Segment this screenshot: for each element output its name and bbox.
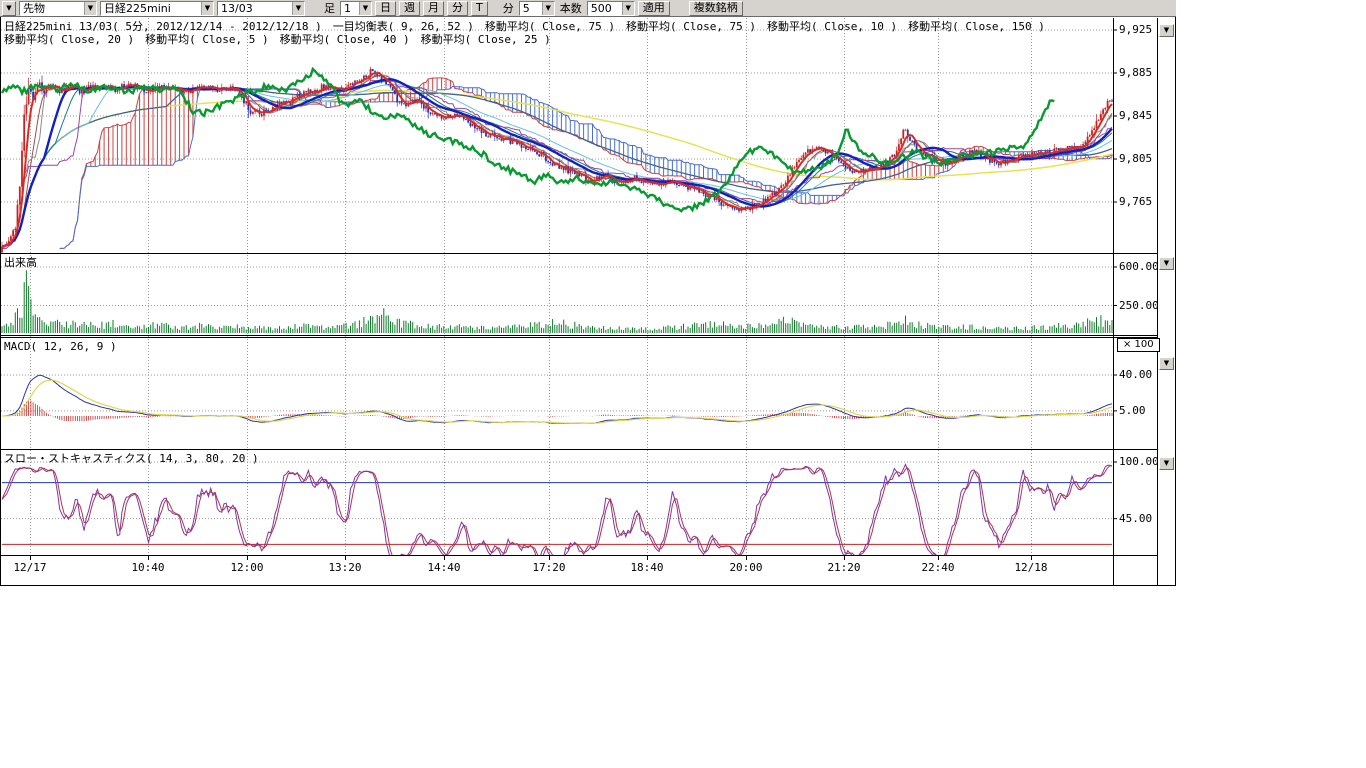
- chart-tool-dropdown-button[interactable]: ▼: [2, 1, 16, 16]
- period-tick-button[interactable]: T: [471, 1, 488, 16]
- period-month-button[interactable]: 月: [423, 1, 444, 16]
- stoch-pane-label: スロー・ストキャスティクス( 14, 3, 80, 20 ): [4, 453, 259, 465]
- chevron-down-icon: ▼: [622, 2, 634, 15]
- minute-label: 分: [501, 0, 516, 16]
- minute-value-input[interactable]: 5 ▼: [519, 1, 555, 16]
- bar-interval-input[interactable]: 1 ▼: [340, 1, 372, 16]
- volume-pane-label: 出来高: [4, 257, 37, 269]
- toolbar: ▼ 先物 ▼ 日経225mini ▼ 13/03 ▼ 足 1 ▼ 日 週 月 分…: [0, 0, 1176, 17]
- down-arrow-icon: ▼: [1164, 26, 1169, 34]
- period-day-button[interactable]: 日: [375, 1, 396, 16]
- chevron-down-icon: ▼: [359, 2, 371, 15]
- trading-chart-window: ▼ 先物 ▼ 日経225mini ▼ 13/03 ▼ 足 1 ▼ 日 週 月 分…: [0, 0, 1366, 768]
- chevron-down-icon: ▼: [542, 2, 554, 15]
- bar-count-label: 本数: [558, 0, 584, 16]
- macd-pane-scroll-button[interactable]: ▼: [1159, 357, 1174, 370]
- bar-count-input[interactable]: 500 ▼: [587, 1, 635, 16]
- symbol-select[interactable]: 日経225mini ▼: [100, 1, 214, 16]
- stoch-pane-scroll-button[interactable]: ▼: [1159, 457, 1174, 470]
- multi-symbol-button[interactable]: 複数銘柄: [689, 1, 743, 16]
- chevron-down-icon: ▼: [201, 2, 213, 15]
- down-arrow-icon: ▼: [1164, 459, 1169, 467]
- macd-pane-label: MACD( 12, 26, 9 ): [4, 341, 117, 353]
- down-arrow-icon: ▼: [1164, 359, 1169, 367]
- bar-interval-value: 1: [341, 2, 354, 15]
- market-select-value: 先物: [20, 2, 48, 15]
- contract-select-value: 13/03: [218, 2, 256, 15]
- chevron-down-icon: ▼: [292, 2, 304, 15]
- volume-pane-scroll-button[interactable]: ▼: [1159, 257, 1174, 270]
- chevron-down-icon: ▼: [6, 4, 11, 12]
- contract-select[interactable]: 13/03 ▼: [217, 1, 305, 16]
- symbol-select-value: 日経225mini: [101, 2, 174, 15]
- apply-button[interactable]: 適用: [638, 1, 670, 16]
- bar-count-value: 500: [588, 2, 615, 15]
- down-arrow-icon: ▼: [1164, 259, 1169, 267]
- chart-title-line1: 日経225mini 13/03( 5分, 2012/12/14 - 2012/1…: [4, 21, 1045, 33]
- chart-title-line2: 移動平均( Close, 20 ) 移動平均( Close, 5 ) 移動平均(…: [4, 34, 551, 46]
- period-week-button[interactable]: 週: [399, 1, 420, 16]
- bar-type-label: 足: [322, 0, 337, 16]
- price-pane-scroll-button[interactable]: ▼: [1159, 24, 1174, 37]
- chevron-down-icon: ▼: [84, 2, 96, 15]
- scale-badge: × 100: [1117, 338, 1160, 352]
- minute-value: 5: [520, 2, 533, 15]
- period-minute-button[interactable]: 分: [447, 1, 468, 16]
- chart-canvas[interactable]: [0, 0, 1176, 592]
- market-select[interactable]: 先物 ▼: [19, 1, 97, 16]
